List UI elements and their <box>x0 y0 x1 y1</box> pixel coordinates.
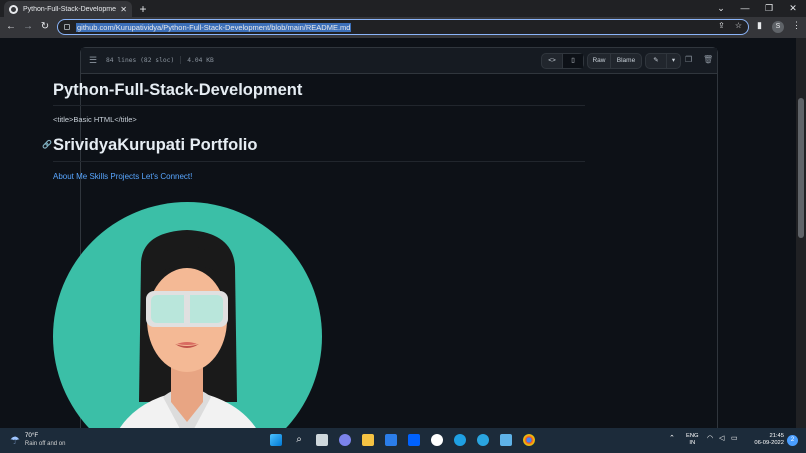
file-size: 4.04 KB <box>187 57 214 64</box>
line-count: 84 lines (82 sloc) <box>106 57 175 64</box>
readme-body: Python-Full-Stack-Development <title>Bas… <box>42 81 585 181</box>
temperature: 70°F <box>24 432 39 439</box>
address-bar[interactable]: github.com/Kurupatividya/Python-Full-Sta… <box>57 19 749 35</box>
side-panel-icon[interactable]: ▮ <box>757 20 762 31</box>
readme-title: Python-Full-Stack-Development <box>53 81 585 106</box>
preview-file-icon[interactable]: ▯ <box>563 54 583 68</box>
system-clock[interactable]: 21:45 06-09-2022 <box>750 433 784 447</box>
view-toggle-group: <> ▯ <box>541 53 584 69</box>
windows-taskbar: ☂ 70°F Rain off and on ⌕ ⌃ ENG IN ◠ ◁ ▭ … <box>0 428 806 453</box>
tray-chevron-icon[interactable]: ⌃ <box>669 434 675 442</box>
minimize-button[interactable]: — <box>733 0 757 17</box>
wifi-icon[interactable]: ◠ <box>707 434 713 442</box>
github-favicon-icon <box>9 4 18 14</box>
bookmark-star-icon[interactable]: ☆ <box>735 21 742 30</box>
readme-code-line: <title>Basic HTML</title> <box>53 115 137 124</box>
code-view-icon[interactable]: <> <box>542 54 562 68</box>
maximize-button[interactable]: ❐ <box>757 0 781 17</box>
menu-kebab-icon[interactable]: ⋮ <box>792 20 801 31</box>
telegram-icon[interactable] <box>477 434 489 446</box>
browser-nav-bar: ← → ↻ github.com/Kurupatividya/Python-Fu… <box>0 17 806 38</box>
volume-icon[interactable]: ◁ <box>719 434 724 442</box>
url-text[interactable]: github.com/Kurupatividya/Python-Full-Sta… <box>76 22 352 32</box>
scrollbar-thumb[interactable] <box>798 98 804 238</box>
edit-group: ✎ ▾ <box>645 53 681 69</box>
forward-arrow-icon[interactable]: → <box>20 19 36 35</box>
github-desktop-icon[interactable] <box>431 434 443 446</box>
reload-icon[interactable]: ↻ <box>37 19 53 35</box>
file-explorer-icon[interactable] <box>362 434 374 446</box>
windows-start-icon[interactable] <box>270 434 282 446</box>
avatar-portrait-image <box>53 202 322 428</box>
language-indicator[interactable]: ENG IN <box>686 433 699 447</box>
close-window-button[interactable]: ✕ <box>781 0 805 17</box>
notification-badge[interactable]: 2 <box>787 435 798 446</box>
outline-list-icon[interactable]: ☰ <box>89 55 97 66</box>
region-code: IN <box>689 440 696 446</box>
file-meta: 84 lines (82 sloc) 4.04 KB <box>106 56 214 64</box>
raw-button[interactable]: Raw <box>588 54 610 68</box>
anchor-link-icon[interactable]: 🔗 <box>42 140 52 149</box>
browser-tab-bar: Python-Full-Stack-Development/ ✕ + ⌄ — ❐… <box>0 0 806 17</box>
rain-cloud-icon: ☂ <box>10 434 20 447</box>
chrome-icon[interactable] <box>523 434 535 446</box>
file-header: ☰ 84 lines (82 sloc) 4.04 KB <> ▯ Raw Bla… <box>81 48 717 74</box>
new-tab-button[interactable]: + <box>137 1 149 17</box>
tab-close-icon[interactable]: ✕ <box>120 5 127 14</box>
notepad-icon[interactable] <box>500 434 512 446</box>
edit-pencil-icon[interactable]: ✎ <box>646 54 666 68</box>
copy-icon[interactable]: ❐ <box>685 55 692 64</box>
profile-avatar[interactable]: S <box>772 21 784 33</box>
browser-tab[interactable]: Python-Full-Stack-Development/ ✕ <box>4 1 132 17</box>
page-scrollbar[interactable] <box>796 38 806 428</box>
weather-widget[interactable]: ☂ 70°F Rain off and on <box>10 432 65 448</box>
blame-button[interactable]: Blame <box>611 54 641 68</box>
readme-heading: 🔗 SrividyaKurupati Portfolio <box>42 136 585 162</box>
readme-heading-text: SrividyaKurupati Portfolio <box>53 136 258 154</box>
page-content: ☰ 84 lines (82 sloc) 4.04 KB <> ▯ Raw Bla… <box>0 38 796 428</box>
lock-icon <box>64 24 70 30</box>
language-code: ENG <box>686 433 699 439</box>
delete-trash-icon[interactable]: 🗑 <box>703 55 713 64</box>
battery-icon[interactable]: ▭ <box>731 434 738 442</box>
search-icon[interactable]: ⌕ <box>293 434 305 446</box>
tab-title: Python-Full-Stack-Development/ <box>23 5 117 13</box>
clock-time: 21:45 <box>769 433 784 439</box>
mail-icon[interactable] <box>385 434 397 446</box>
nav-links[interactable]: About Me Skills Projects Let's Connect! <box>53 172 585 181</box>
dropbox-icon[interactable] <box>408 434 420 446</box>
clock-date: 06-09-2022 <box>754 440 784 446</box>
teams-chat-icon[interactable] <box>339 434 351 446</box>
tab-search-icon[interactable]: ⌄ <box>709 0 733 17</box>
task-view-icon[interactable] <box>316 434 328 446</box>
back-arrow-icon[interactable]: ← <box>3 19 19 35</box>
raw-blame-group: Raw Blame <box>587 53 642 69</box>
edge-browser-icon[interactable] <box>454 434 466 446</box>
weather-description: Rain off and on <box>24 441 66 447</box>
edit-dropdown-icon[interactable]: ▾ <box>667 54 680 68</box>
share-icon[interactable]: ⇪ <box>718 21 725 30</box>
